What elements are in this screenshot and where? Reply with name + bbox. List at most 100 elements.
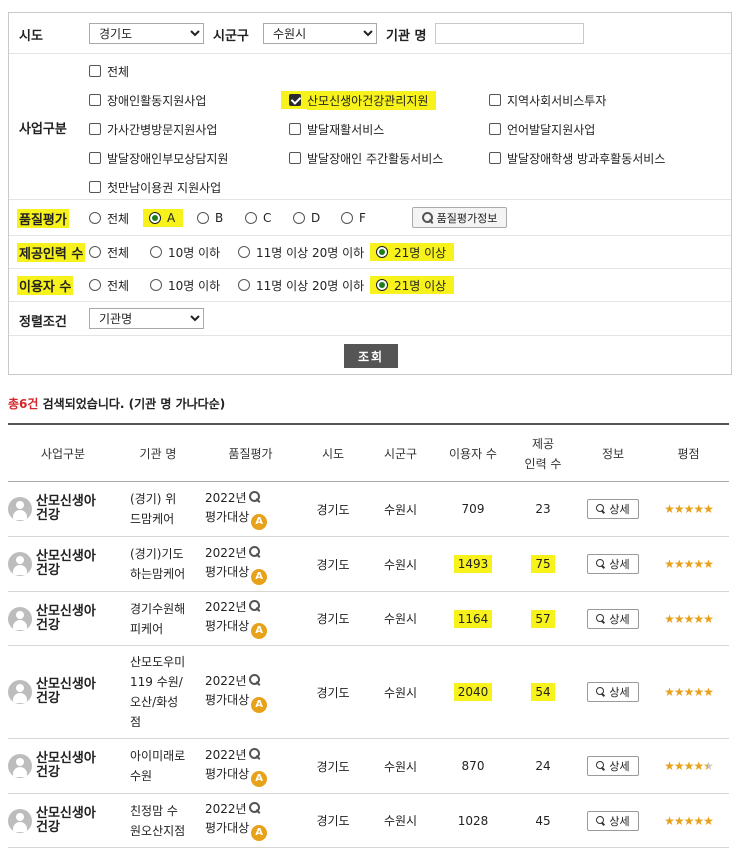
info-cell: 상세 [578,739,648,793]
quality-radio-label: F [359,211,366,225]
business-checkbox-3[interactable]: 지역사회서비스투자 [489,91,606,109]
star-icon: ★ [673,759,685,773]
business-checkbox-5[interactable]: 발달재활서비스 [289,120,384,138]
quality-radio-3[interactable]: C [245,209,271,227]
org-name-cell[interactable]: 산모도우미 119 수원/ 오산/화성 점 [130,646,198,738]
quality-radio-5[interactable]: F [341,209,366,227]
business-checkbox-10[interactable]: 첫만남이용권 지원사업 [89,178,221,196]
detail-button[interactable]: 상세 [587,608,639,629]
users-radio-1[interactable]: 10명 이하 [150,276,220,294]
grade-badge: A [251,770,268,787]
sido-cell: 경기도 [316,557,350,572]
users-radio-0[interactable]: 전체 [89,276,129,294]
radio-icon [293,212,305,224]
quality-status-line: 평가대상 A [205,765,268,787]
business-checkbox-0[interactable]: 전체 [89,62,129,80]
users-radio-3[interactable]: 21명 이상 [370,276,455,294]
org-name-text[interactable]: (경기) 위 드맘케어 [130,489,176,529]
detail-button[interactable]: 상세 [587,499,639,519]
staff-radio-1[interactable]: 10명 이하 [150,243,220,261]
grade-badge: A [251,623,268,639]
staff-radio-3[interactable]: 21명 이상 [370,243,455,261]
users-radio-label: 11명 이상 20명 이하 [256,278,365,293]
users-radio-2[interactable]: 11명 이상 20명 이하 [238,276,364,294]
header-cell-3: 시도 [321,446,345,461]
person-icon [8,680,32,704]
search-button[interactable]: 조회 [344,344,398,368]
detail-button[interactable]: 상세 [587,554,639,574]
sort-select[interactable]: 기관명 [89,308,204,329]
search-icon[interactable] [248,600,261,612]
radio-icon [89,279,101,291]
sigungu-select[interactable]: 수원시 [263,23,377,44]
quality-radio-4[interactable]: D [293,209,320,227]
search-icon[interactable] [248,673,261,686]
business-checkbox-label: 발달장애인 주간활동서비스 [307,151,444,166]
quality-status-line: 평가대상 A [205,563,268,585]
org-name-text[interactable]: 아이미래로 수원 [130,746,185,786]
star-icon: ★ [673,685,685,699]
detail-button[interactable]: 상세 [587,756,639,776]
quality-year: 2022년 [205,747,247,762]
sigungu-cell: 수원시 [383,612,418,626]
search-icon[interactable] [248,545,261,558]
search-icon [596,559,606,569]
staff-radio-label: 21명 이상 [394,245,447,260]
business-checkbox-6[interactable]: 언어발달지원사업 [489,120,595,138]
sido-cell: 경기도 [316,612,350,626]
quality-year-line: 2022년 [205,544,267,563]
quality-radio-0[interactable]: 전체 [89,209,129,227]
header-cell-4: 시군구 [383,446,418,461]
org-name-input[interactable] [435,23,584,44]
search-filter-panel: 시도 경기도 시군구 수원시 기관 명 사업구분 전체 장애인활동지원사업 산모신생… [8,12,732,375]
org-name-cell[interactable]: (경기) 위 드맘케어 [130,482,198,536]
star-icon: ★ [664,502,675,516]
header-cell-1: 기관 명 [139,446,177,461]
star-icon: ★ [683,502,695,516]
org-name-text[interactable]: 산모도우미 119 수원/ 오산/화성 점 [130,652,185,732]
org-name-cell[interactable]: 친정맘 수 원오산지점 [130,794,198,847]
grade-badge: A [251,825,268,841]
business-checkbox-9[interactable]: 발달장애학생 방과후활동서비스 [489,149,665,167]
staff-radio-0[interactable]: 전체 [89,243,129,261]
staff-radio-2[interactable]: 11명 이상 20명 이하 [238,243,364,261]
star-icon: ★ [703,557,714,571]
search-icon[interactable] [248,490,261,503]
result-summary: 총6건 검색되었습니다. (기관 명 가나다순) [8,395,225,412]
users-count: 1164 [453,609,493,628]
business-checkbox-2[interactable]: 산모신생아건강관리지원 [281,90,437,110]
business-checkbox-7[interactable]: 발달장애인부모상담지원 [89,149,228,167]
users-count: 1028 [457,813,489,828]
detail-button[interactable]: 상세 [587,810,639,831]
quality-radio-1[interactable]: A [143,209,184,227]
search-icon[interactable] [248,802,261,814]
info-cell: 상세 [578,646,648,738]
org-name-text[interactable]: (경기)기도 하는맘케어 [130,544,185,584]
radio-icon [238,246,250,258]
staff-count: 45 [535,813,551,828]
quality-radio-2[interactable]: B [197,209,223,227]
search-icon [596,504,606,514]
org-name-text[interactable]: 친정맘 수 원오산지점 [130,801,185,841]
org-name-cell[interactable]: (경기)기도 하는맘케어 [130,537,198,591]
org-name-text[interactable]: 경기수원해 피케어 [130,599,185,639]
business-checkbox-8[interactable]: 발달장애인 주간활동서비스 [289,149,443,167]
business-checkbox-1[interactable]: 장애인활동지원사업 [89,91,206,109]
star-rating: ★★★★★ [664,759,714,773]
quality-info-button[interactable]: 품질평가정보 [412,207,507,228]
star-icon: ★ [703,685,714,699]
sido-select[interactable]: 경기도 [89,23,204,44]
sido-cell: 경기도 [316,814,350,828]
grade-badge: A [251,568,268,585]
detail-button[interactable]: 상세 [587,682,639,702]
org-name-cell[interactable]: 아이미래로 수원 [130,739,198,793]
search-icon[interactable] [248,747,261,760]
business-checkbox-4[interactable]: 가사간병방문지원사업 [89,120,217,138]
org-name-cell[interactable]: 경기수원해 피케어 [130,592,198,645]
org-name-label: 기관 명 [386,29,427,44]
checkbox-icon [89,65,101,77]
quality-year-line: 2022년 [205,672,267,691]
detail-label: 상세 [609,558,630,571]
quality-radio-label: D [311,211,321,225]
quality-cell: 2022년 평가대상 A [205,482,303,536]
